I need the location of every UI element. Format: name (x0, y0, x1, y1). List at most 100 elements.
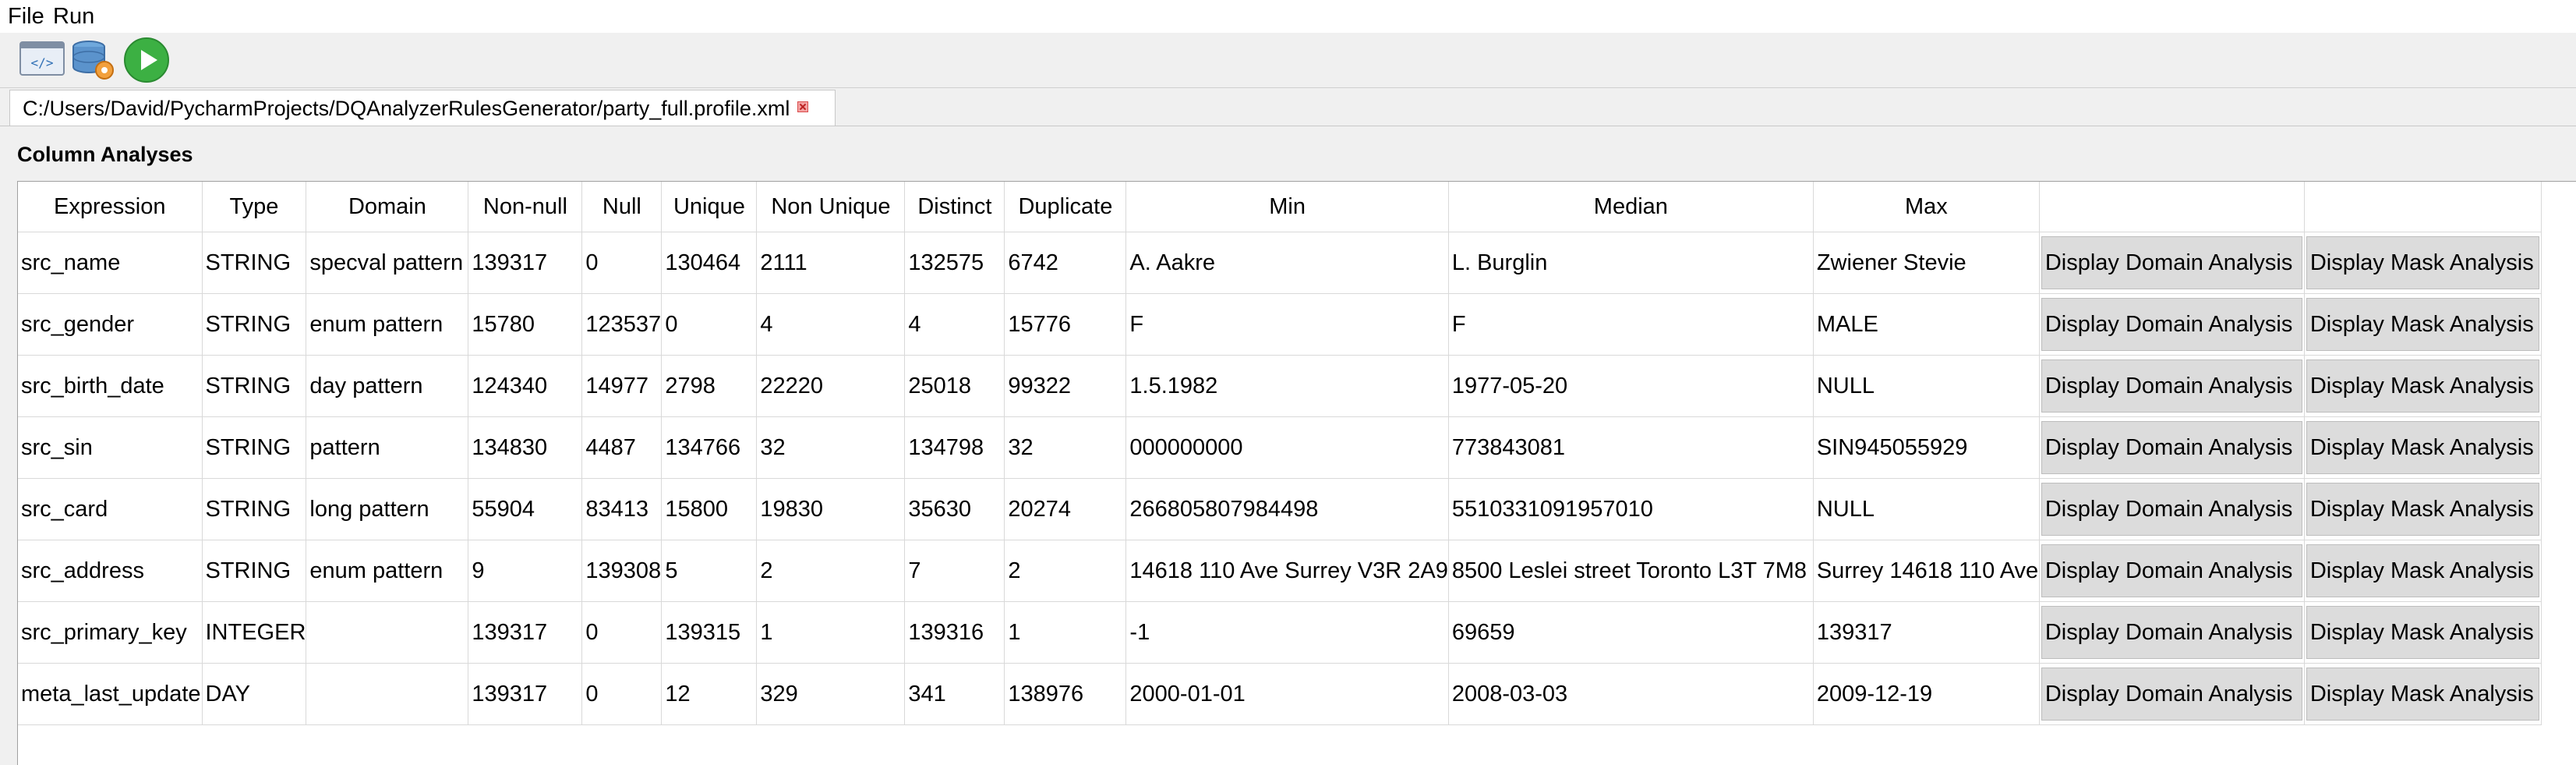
display-domain-analysis-button[interactable]: Display Domain Analysis (2041, 544, 2302, 597)
table-cell[interactable]: Zwiener Stevie (1813, 232, 2040, 294)
display-domain-analysis-button[interactable]: Display Domain Analysis (2041, 359, 2302, 413)
table-cell[interactable]: 0 (661, 293, 758, 356)
table-cell[interactable]: L. Burglin (1448, 232, 1814, 294)
table-cell[interactable]: STRING (202, 293, 307, 356)
column-header[interactable]: Non-null (468, 182, 583, 232)
table-row[interactable]: src_sin STRING pattern 134830 4487 134766 32 13… (18, 416, 2542, 479)
code-editor-icon[interactable]: </> (17, 36, 67, 84)
table-cell[interactable]: 69659 (1448, 601, 1814, 664)
table-cell[interactable]: 0 (581, 232, 663, 294)
table-cell[interactable]: 8500 Leslei street Toronto L3T 7M8 (1448, 540, 1814, 602)
table-cell[interactable]: 124340 (468, 355, 583, 417)
table-cell[interactable]: 14618 110 Ave Surrey V3R 2A9 (1125, 540, 1449, 602)
table-cell[interactable]: 5510331091957010 (1448, 478, 1814, 540)
table-cell[interactable]: NULL (1813, 478, 2040, 540)
table-cell[interactable]: 134830 (468, 416, 583, 479)
display-mask-analysis-button[interactable]: Display Mask Analysis (2306, 606, 2539, 659)
display-domain-analysis-button[interactable]: Display Domain Analysis (2041, 236, 2302, 289)
table-cell[interactable]: src_sin (18, 416, 203, 479)
table-cell[interactable]: 773843081 (1448, 416, 1814, 479)
column-header[interactable]: Duplicate (1004, 182, 1127, 232)
table-cell[interactable]: 341 (904, 663, 1005, 725)
table-cell[interactable]: MALE (1813, 293, 2040, 356)
table-cell[interactable]: A. Aakre (1125, 232, 1449, 294)
table-cell[interactable]: pattern (306, 416, 469, 479)
tab-profile[interactable]: C:/Users/David/PycharmProjects/DQAnalyze… (9, 90, 836, 126)
table-cell[interactable]: 15800 (661, 478, 758, 540)
table-cell[interactable]: STRING (202, 478, 307, 540)
table-row[interactable]: src_gender STRING enum pattern 15780 123537 0… (18, 293, 2542, 356)
table-cell[interactable]: 2111 (756, 232, 906, 294)
table-cell[interactable]: 7 (904, 540, 1005, 602)
column-header[interactable]: Distinct (904, 182, 1005, 232)
table-cell[interactable]: STRING (202, 416, 307, 479)
table-cell[interactable]: -1 (1125, 601, 1449, 664)
table-row[interactable]: meta_last_update DAY 139317 0 12 329 341 138976… (18, 663, 2542, 725)
menu-file[interactable]: File (8, 3, 44, 30)
table-cell[interactable]: 2008-03-03 (1448, 663, 1814, 725)
table-cell[interactable]: src_address (18, 540, 203, 602)
table-cell[interactable]: F (1125, 293, 1449, 356)
table-cell[interactable]: 9 (468, 540, 583, 602)
table-cell[interactable]: 6742 (1004, 232, 1127, 294)
table-cell[interactable]: 1977-05-20 (1448, 355, 1814, 417)
column-header[interactable]: Unique (661, 182, 758, 232)
column-header[interactable]: Non Unique (756, 182, 906, 232)
table-cell[interactable]: 19830 (756, 478, 906, 540)
column-header[interactable]: Max (1813, 182, 2040, 232)
menu-run[interactable]: Run (53, 3, 94, 30)
table-cell[interactable]: 2798 (661, 355, 758, 417)
display-domain-analysis-button[interactable]: Display Domain Analysis (2041, 606, 2302, 659)
table-cell[interactable]: 32 (756, 416, 906, 479)
display-mask-analysis-button[interactable]: Display Mask Analysis (2306, 359, 2539, 413)
table-cell[interactable]: NULL (1813, 355, 2040, 417)
table-cell[interactable]: 0 (581, 663, 663, 725)
table-cell[interactable]: 4 (904, 293, 1005, 356)
table-row[interactable]: src_birth_date STRING day pattern 124340 149… (18, 355, 2542, 417)
display-domain-analysis-button[interactable]: Display Domain Analysis (2041, 483, 2302, 536)
column-header[interactable]: Min (1125, 182, 1449, 232)
table-cell[interactable]: src_gender (18, 293, 203, 356)
table-cell[interactable]: 1.5.1982 (1125, 355, 1449, 417)
table-cell[interactable]: 329 (756, 663, 906, 725)
table-cell[interactable]: 139316 (904, 601, 1005, 664)
table-cell[interactable]: F (1448, 293, 1814, 356)
table-row[interactable]: src_name STRING specval pattern 139317 0 1304… (18, 232, 2542, 294)
table-cell[interactable]: 4487 (581, 416, 663, 479)
table-cell[interactable]: SIN945055929 (1813, 416, 2040, 479)
display-mask-analysis-button[interactable]: Display Mask Analysis (2306, 236, 2539, 289)
table-cell[interactable]: 138976 (1004, 663, 1127, 725)
table-cell[interactable]: 000000000 (1125, 416, 1449, 479)
column-header[interactable]: Expression (18, 182, 203, 232)
display-domain-analysis-button[interactable]: Display Domain Analysis (2041, 668, 2302, 721)
table-cell[interactable]: 139317 (468, 601, 583, 664)
table-cell[interactable]: 5 (661, 540, 758, 602)
run-icon[interactable] (122, 36, 171, 84)
table-row[interactable]: src_card STRING long pattern 55904 83413 1580… (18, 478, 2542, 540)
table-cell[interactable]: 132575 (904, 232, 1005, 294)
table-cell[interactable]: Surrey 14618 110 Ave (1813, 540, 2040, 602)
table-cell[interactable]: src_primary_key (18, 601, 203, 664)
table-cell[interactable]: 83413 (581, 478, 663, 540)
table-cell[interactable]: enum pattern (306, 293, 469, 356)
table-cell[interactable]: 20274 (1004, 478, 1127, 540)
table-cell[interactable]: 4 (756, 293, 906, 356)
display-mask-analysis-button[interactable]: Display Mask Analysis (2306, 668, 2539, 721)
table-cell[interactable]: 2000-01-01 (1125, 663, 1449, 725)
table-cell[interactable]: 25018 (904, 355, 1005, 417)
table-cell[interactable]: INTEGER (202, 601, 307, 664)
table-cell[interactable]: STRING (202, 232, 307, 294)
table-cell[interactable]: day pattern (306, 355, 469, 417)
table-cell[interactable]: 139317 (468, 663, 583, 725)
table-cell[interactable]: 2 (756, 540, 906, 602)
table-cell[interactable]: 99322 (1004, 355, 1127, 417)
column-header[interactable]: Null (581, 182, 663, 232)
table-cell[interactable]: 2009-12-19 (1813, 663, 2040, 725)
table-cell[interactable]: 130464 (661, 232, 758, 294)
database-settings-icon[interactable] (69, 36, 118, 84)
table-cell[interactable]: 123537 (581, 293, 663, 356)
table-cell[interactable]: 2 (1004, 540, 1127, 602)
table-cell[interactable]: 139317 (1813, 601, 2040, 664)
table-cell[interactable]: 32 (1004, 416, 1127, 479)
table-cell[interactable] (306, 601, 469, 664)
